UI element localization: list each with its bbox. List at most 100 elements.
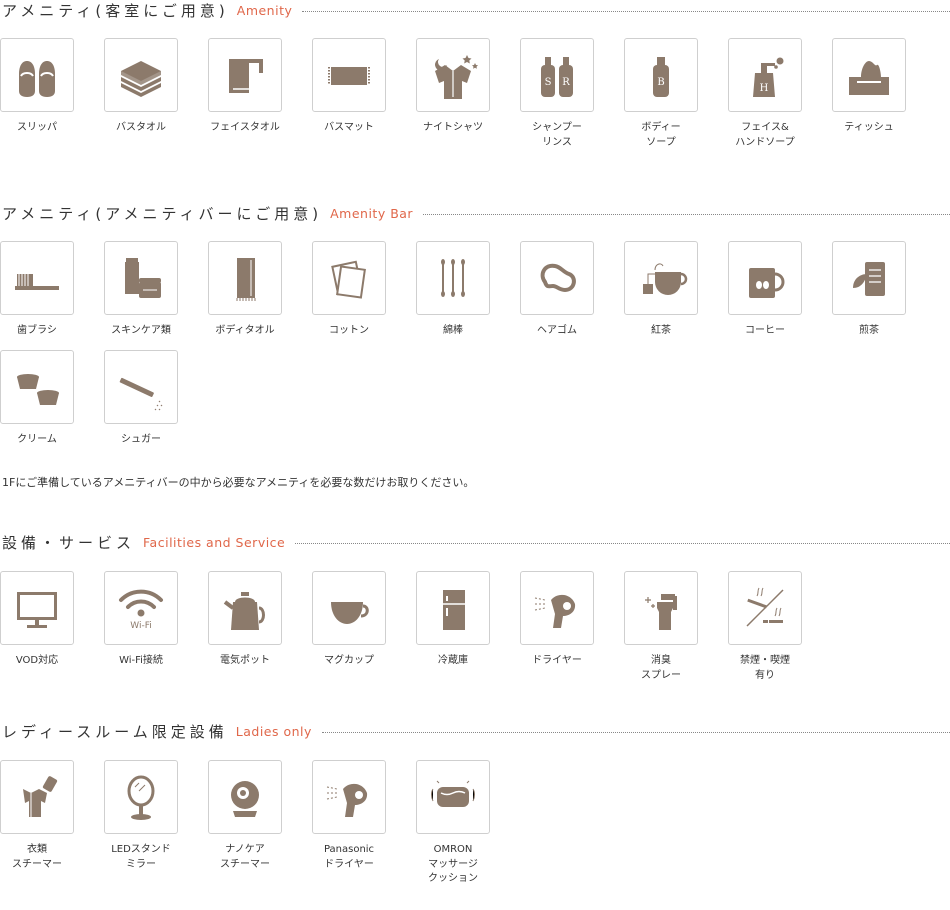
divider <box>302 11 950 12</box>
icon-box <box>104 241 178 315</box>
svg-text:R: R <box>562 77 570 88</box>
icon-box <box>312 241 386 315</box>
body-towel-icon <box>236 258 256 301</box>
item-label: シャンプー リンス <box>532 122 582 148</box>
icon-box <box>312 760 386 834</box>
icon-box <box>104 760 178 834</box>
icon-box <box>728 241 802 315</box>
tissue-icon <box>849 61 889 95</box>
icon-box <box>0 241 74 315</box>
massage-cushion-icon <box>431 780 475 807</box>
item-label: スリッパ <box>17 122 57 133</box>
hair-tie-icon <box>540 263 576 293</box>
icon-box: H <box>728 38 802 112</box>
shampoo-rinse-icon: SR <box>541 57 573 97</box>
item-label: ナノケア スチーマー <box>220 844 270 870</box>
item-label: ティッシュ <box>844 122 894 133</box>
item-label: ナイトシャツ <box>423 122 483 133</box>
section-title-jp: レディースルーム限定設備 <box>2 723 228 741</box>
item-label: 煎茶 <box>859 325 879 336</box>
section-title-jp: アメニティ(アメニティバーにご用意) <box>2 205 323 223</box>
item-label: マグカップ <box>324 655 374 666</box>
hand-soap-icon: H <box>753 57 784 97</box>
refrigerator-icon <box>443 590 465 630</box>
green-tea-icon <box>853 262 885 296</box>
icon-box <box>208 571 282 645</box>
icon-box <box>208 760 282 834</box>
bath-mat-icon <box>328 67 370 85</box>
icon-box <box>312 571 386 645</box>
section-title-en: Ladies only <box>235 724 312 739</box>
section-title-en: Amenity <box>236 3 293 18</box>
icon-box: B <box>624 38 698 112</box>
panasonic-dryer-icon <box>326 783 368 817</box>
icon-box <box>0 571 74 645</box>
item-label: 紅茶 <box>651 325 671 336</box>
icon-box <box>104 38 178 112</box>
svg-text:S: S <box>545 77 552 88</box>
item-label: VOD対応 <box>15 655 59 666</box>
tv-icon <box>17 592 57 628</box>
icon-box <box>832 241 906 315</box>
item-label: LEDスタンド ミラー <box>111 844 171 870</box>
icon-box <box>832 38 906 112</box>
icon-box <box>0 38 74 112</box>
item-label: クリーム <box>17 434 57 445</box>
hair-dryer-icon <box>534 594 576 628</box>
section-header-ladies: レディースルーム限定設備 Ladies only <box>2 721 950 742</box>
item-label: 歯ブラシ <box>17 325 57 336</box>
toothbrush-icon <box>15 274 59 290</box>
tea-icon <box>643 263 688 295</box>
item-label: 冷蔵庫 <box>438 655 468 666</box>
icon-box <box>416 760 490 834</box>
sugar-icon <box>119 377 163 411</box>
item-label: Panasonic ドライヤー <box>323 844 375 870</box>
svg-text:B: B <box>657 77 664 88</box>
icon-box <box>208 38 282 112</box>
item-label: バスタオル <box>116 122 166 133</box>
item-label: フェイス& ハンドソープ <box>735 122 795 148</box>
icon-box <box>312 38 386 112</box>
icon-box <box>728 571 802 645</box>
svg-text:H: H <box>760 83 769 94</box>
section-title-jp: アメニティ(客室にご用意) <box>2 2 229 20</box>
section-header-amenity-bar: アメニティ(アメニティバーにご用意) Amenity Bar <box>2 203 950 224</box>
item-label: 禁煙・喫煙 有り <box>740 655 790 681</box>
item-label: ボディタオル <box>215 325 275 336</box>
cotton-icon <box>331 260 366 299</box>
section-title-en: Amenity Bar <box>330 206 414 221</box>
section-title-jp: 設備・サービス <box>2 534 136 552</box>
item-label: 衣類 スチーマー <box>12 844 62 870</box>
section-title-en: Facilities and Service <box>143 535 286 550</box>
bath-towel-icon <box>121 61 161 97</box>
nanocare-steamer-icon <box>231 781 259 817</box>
wifi-icon: Wi-Fi <box>119 589 163 631</box>
divider <box>321 732 950 733</box>
icon-box <box>104 350 178 424</box>
body-soap-icon: B <box>653 57 669 97</box>
icon-box <box>416 38 490 112</box>
icon-box <box>520 571 594 645</box>
item-label: ヘアゴム <box>537 325 577 336</box>
item-label: フェイスタオル <box>210 122 280 133</box>
item-label: OMRON マッサージ クッション <box>428 844 478 884</box>
icon-box <box>416 241 490 315</box>
clothes-steamer-icon <box>23 776 58 817</box>
icon-box <box>624 571 698 645</box>
icon-box: SR <box>520 38 594 112</box>
led-mirror-icon <box>127 775 155 820</box>
item-label: 消臭 スプレー <box>641 655 681 681</box>
divider <box>295 543 950 544</box>
deodorant-spray-icon <box>645 594 677 630</box>
item-label: コットン <box>329 325 369 336</box>
icon-box <box>0 760 74 834</box>
item-label: 電気ポット <box>220 655 270 666</box>
item-label: シュガー <box>121 434 161 445</box>
skincare-icon <box>125 258 161 298</box>
item-label: コーヒー <box>745 325 785 336</box>
coffee-icon <box>749 268 785 298</box>
icon-box <box>624 241 698 315</box>
smoking-icon <box>746 587 784 627</box>
creamer-icon <box>17 374 59 405</box>
item-label: バスマット <box>324 122 374 133</box>
